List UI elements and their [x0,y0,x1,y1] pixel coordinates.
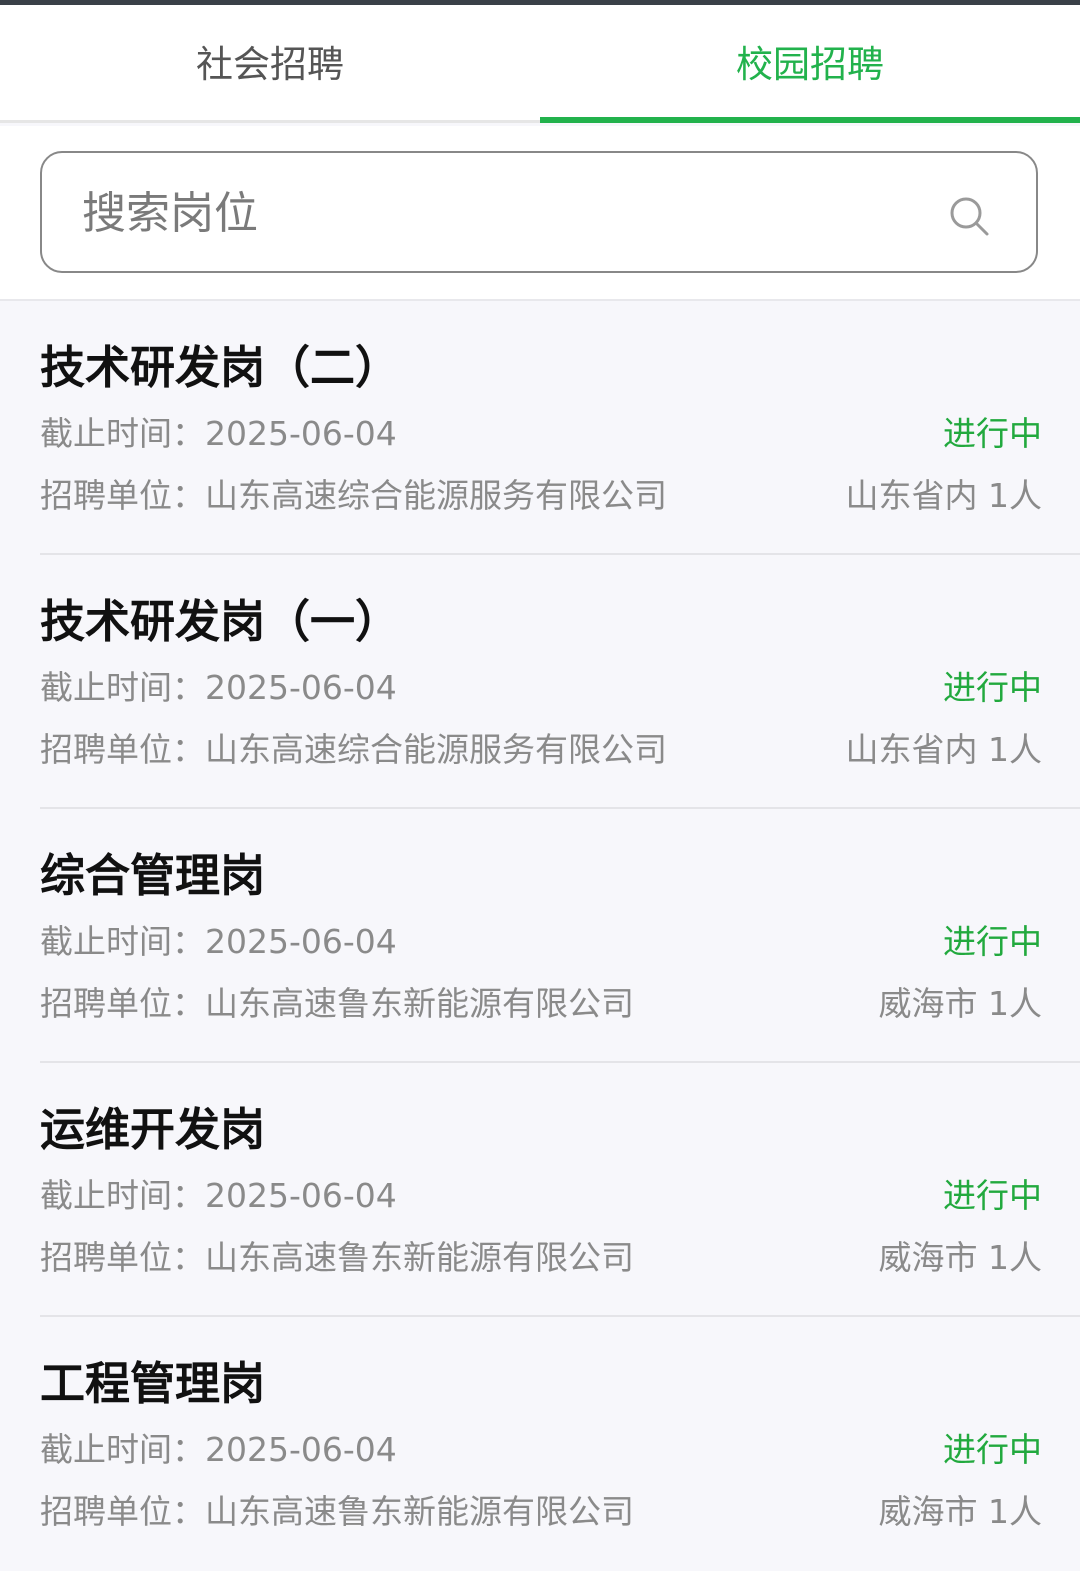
job-deadline: 截止时间：2025-06-04 [40,1169,397,1217]
job-count: 1人 [988,730,1042,769]
job-deadline: 截止时间：2025-06-04 [40,661,397,709]
tab-social-recruitment[interactable]: 社会招聘 [0,5,540,120]
deadline-value: 2025-06-04 [205,414,397,453]
deadline-label: 截止时间： [40,1176,205,1215]
job-location-count: 威海市 1人 [879,977,1043,1025]
job-count: 1人 [988,1492,1042,1531]
org-value: 山东高速综合能源服务有限公司 [205,476,667,515]
job-item[interactable]: 技术研发岗（二） 截止时间：2025-06-04 进行中 招聘单位：山东高速综合… [0,301,1080,555]
job-deadline: 截止时间：2025-06-04 [40,1423,397,1471]
org-value: 山东高速综合能源服务有限公司 [205,730,667,769]
job-count: 1人 [988,476,1042,515]
job-location: 威海市 [878,1238,978,1277]
org-value: 山东高速鲁东新能源有限公司 [205,1492,634,1531]
recruitment-tabs: 社会招聘 校园招聘 [0,5,1080,123]
deadline-label: 截止时间： [40,1430,205,1469]
org-value: 山东高速鲁东新能源有限公司 [205,984,634,1023]
org-label: 招聘单位： [40,1492,205,1531]
job-item[interactable]: 工程管理岗 截止时间：2025-06-04 进行中 招聘单位：山东高速鲁东新能源… [0,1317,1080,1571]
org-label: 招聘单位： [40,984,205,1023]
search-input[interactable] [82,177,902,249]
job-item[interactable]: 运维开发岗 截止时间：2025-06-04 进行中 招聘单位：山东高速鲁东新能源… [0,1063,1080,1317]
job-org: 招聘单位：山东高速鲁东新能源有限公司 [40,1485,634,1533]
deadline-label: 截止时间： [40,922,205,961]
job-title: 运维开发岗 [40,1103,266,1156]
job-deadline: 截止时间：2025-06-04 [40,407,397,455]
job-item[interactable]: 综合管理岗 截止时间：2025-06-04 进行中 招聘单位：山东高速鲁东新能源… [0,809,1080,1063]
job-location: 山东省内 [845,730,978,769]
job-title: 技术研发岗（二） [40,341,401,394]
status-badge: 进行中 [943,922,1042,961]
deadline-value: 2025-06-04 [205,1176,397,1215]
job-location: 山东省内 [845,476,978,515]
search-icon[interactable] [948,195,990,237]
job-deadline: 截止时间：2025-06-04 [40,915,397,963]
job-list: 技术研发岗（二） 截止时间：2025-06-04 进行中 招聘单位：山东高速综合… [0,301,1080,1571]
deadline-label: 截止时间： [40,414,205,453]
job-title: 技术研发岗（一） [40,595,401,648]
status-badge: 进行中 [943,414,1042,453]
deadline-value: 2025-06-04 [205,668,397,707]
job-location-count: 威海市 1人 [879,1231,1043,1279]
org-label: 招聘单位： [40,1238,205,1277]
deadline-value: 2025-06-04 [205,1430,397,1469]
job-location-count: 山东省内 1人 [846,469,1043,517]
status-badge: 进行中 [943,1430,1042,1469]
org-value: 山东高速鲁东新能源有限公司 [205,1238,634,1277]
org-label: 招聘单位： [40,730,205,769]
job-item[interactable]: 技术研发岗（一） 截止时间：2025-06-04 进行中 招聘单位：山东高速综合… [0,555,1080,809]
job-org: 招聘单位：山东高速鲁东新能源有限公司 [40,977,634,1025]
job-title: 综合管理岗 [40,849,266,902]
status-badge: 进行中 [943,668,1042,707]
job-location-count: 山东省内 1人 [846,723,1043,771]
search-box[interactable] [40,151,1038,273]
job-org: 招聘单位：山东高速综合能源服务有限公司 [40,469,667,517]
job-location: 威海市 [878,984,978,1023]
search-section [0,126,1080,301]
org-label: 招聘单位： [40,476,205,515]
job-location: 威海市 [878,1492,978,1531]
deadline-value: 2025-06-04 [205,922,397,961]
status-badge: 进行中 [943,1176,1042,1215]
job-location-count: 威海市 1人 [879,1485,1043,1533]
deadline-label: 截止时间： [40,668,205,707]
tab-campus-recruitment[interactable]: 校园招聘 [540,5,1080,123]
job-org: 招聘单位：山东高速综合能源服务有限公司 [40,723,667,771]
job-title: 工程管理岗 [40,1357,266,1410]
job-count: 1人 [988,1238,1042,1277]
job-count: 1人 [988,984,1042,1023]
job-org: 招聘单位：山东高速鲁东新能源有限公司 [40,1231,634,1279]
